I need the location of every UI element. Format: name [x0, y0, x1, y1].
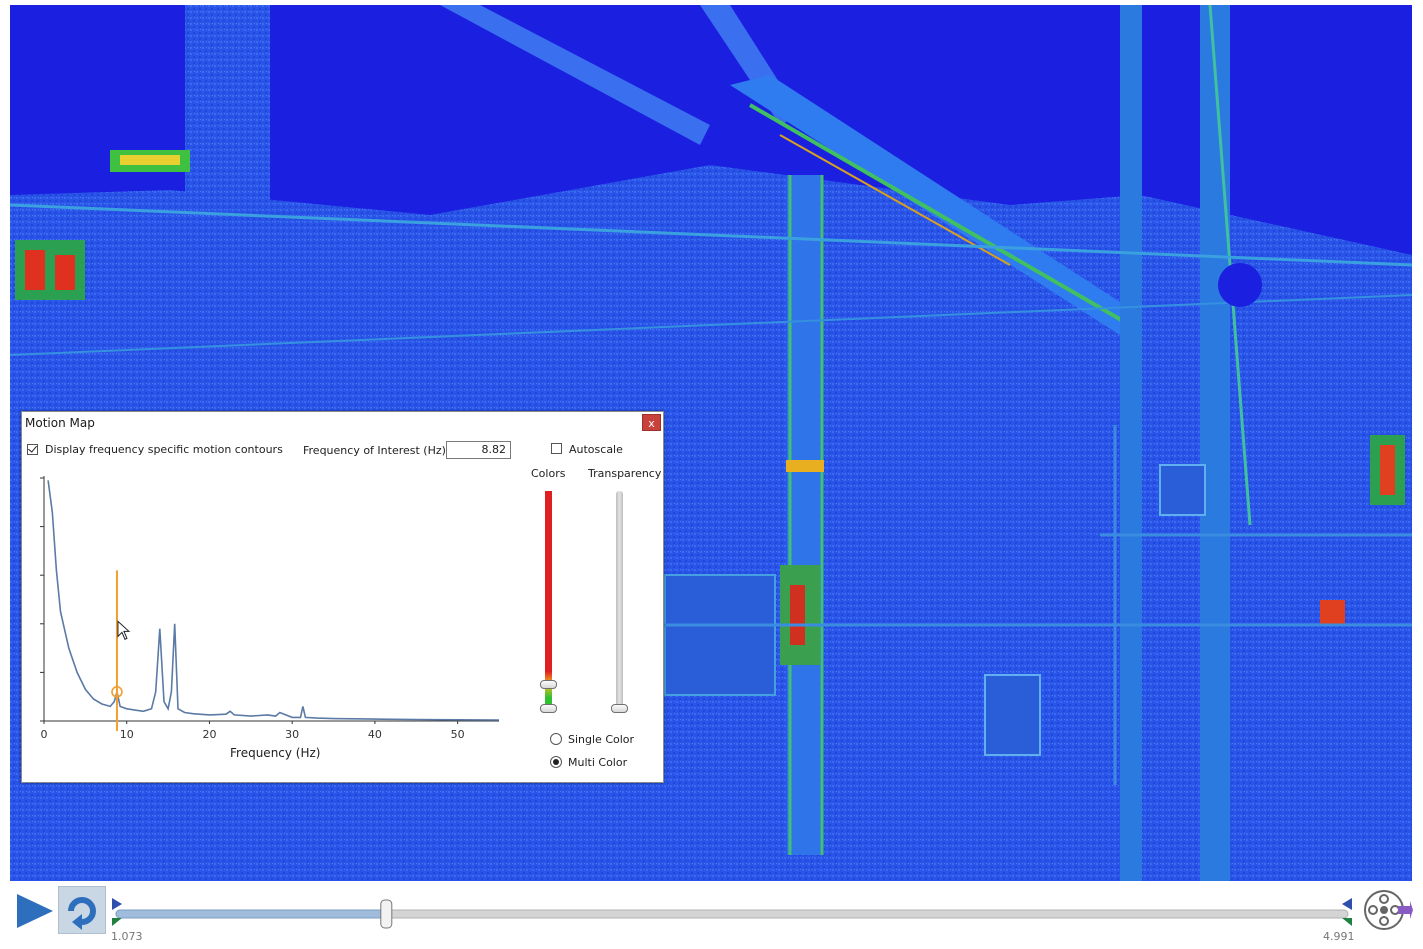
loop-icon [68, 897, 96, 930]
range-end-marker[interactable] [1342, 898, 1352, 910]
single-color-radio[interactable] [550, 733, 562, 745]
playback-bar: 1.073 4.991 [0, 884, 1423, 949]
x-tick-label: 0 [41, 728, 48, 741]
colors-upper-thumb[interactable] [540, 680, 557, 689]
colors-slider-track[interactable] [545, 491, 552, 711]
motion-map-panel: Motion Map x Display frequency specific … [21, 411, 664, 783]
display-contours-label: Display frequency specific motion contou… [45, 443, 283, 456]
play-icon[interactable] [15, 892, 55, 930]
frequency-spectrum-chart[interactable]: 0 10 20 30 40 50 [22, 467, 512, 767]
frequency-of-interest-input[interactable]: 8.82 [446, 441, 511, 459]
start-time: 1.073 [111, 930, 143, 943]
mouse-cursor-icon [117, 620, 131, 641]
loop-button[interactable] [58, 886, 106, 934]
x-axis-label: Frequency (Hz) [230, 746, 321, 760]
autoscale-checkbox[interactable] [551, 443, 562, 454]
transparency-slider-track[interactable] [616, 491, 623, 711]
x-tick-label: 50 [451, 728, 465, 741]
timeline-slider[interactable] [110, 890, 1360, 930]
range-start-bottom-marker[interactable] [112, 918, 122, 926]
multi-color-radio[interactable] [550, 756, 562, 768]
transparency-label: Transparency [588, 467, 662, 480]
x-tick-label: 40 [368, 728, 382, 741]
colors-label: Colors [531, 467, 566, 480]
multi-color-label: Multi Color [568, 756, 628, 769]
end-time: 4.991 [1323, 930, 1355, 943]
autoscale-label: Autoscale [569, 443, 623, 456]
x-tick-label: 10 [120, 728, 134, 741]
timeline-thumb[interactable] [380, 899, 393, 929]
film-reel-export-icon[interactable] [1362, 888, 1414, 934]
x-tick-label: 20 [202, 728, 216, 741]
colors-lower-thumb[interactable] [540, 704, 557, 713]
single-color-label: Single Color [568, 733, 635, 746]
transparency-thumb[interactable] [611, 704, 628, 713]
x-tick-label: 30 [285, 728, 299, 741]
spectrum-series-line [47, 480, 500, 721]
panel-title: Motion Map [25, 416, 95, 430]
display-contours-checkbox[interactable] [27, 444, 38, 455]
close-button[interactable]: x [642, 414, 661, 431]
range-end-bottom-marker[interactable] [1342, 918, 1352, 926]
frequency-of-interest-label: Frequency of Interest (Hz): [303, 444, 450, 457]
range-start-marker[interactable] [112, 898, 122, 910]
